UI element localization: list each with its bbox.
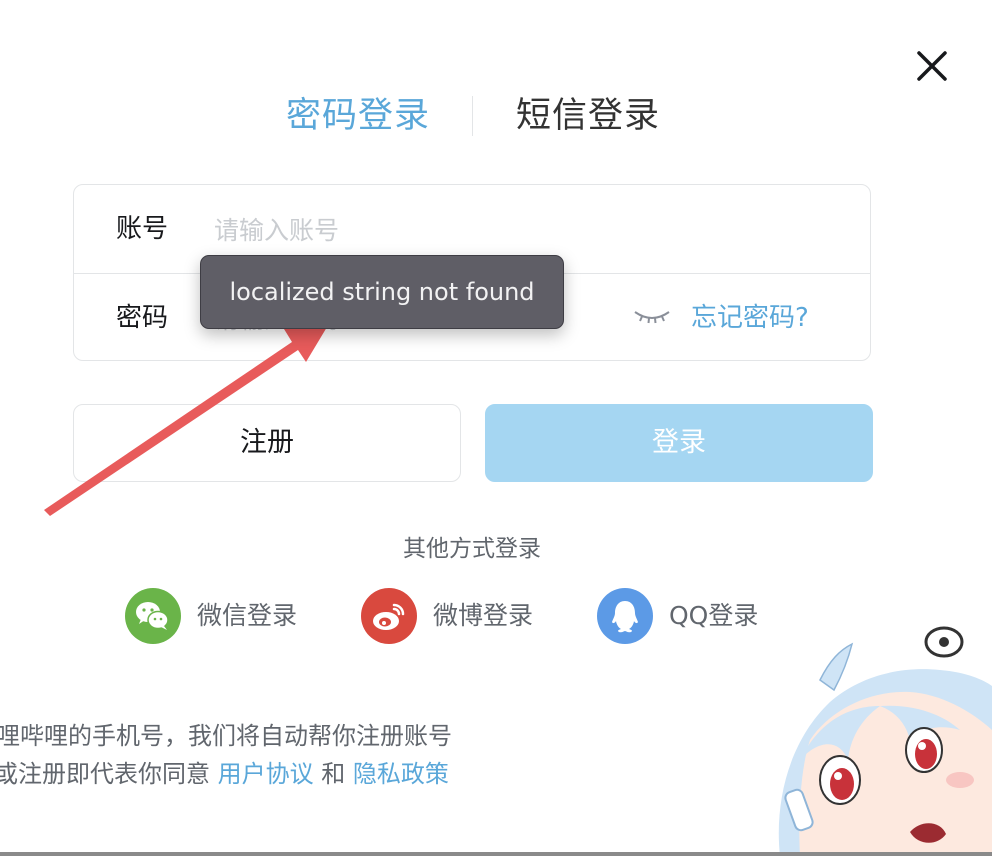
login-tabs: 密码登录 短信登录: [0, 92, 992, 142]
tab-divider: [472, 96, 473, 136]
bottom-bar: [0, 852, 992, 856]
agreement-note: 或注册即代表你同意 用户协议 和 隐私政策: [0, 756, 449, 792]
eye-closed-icon[interactable]: [632, 304, 672, 328]
mascot-image: [770, 620, 992, 856]
user-agreement-link[interactable]: 用户协议: [218, 760, 314, 788]
agreement-prefix: 或注册即代表你同意: [0, 760, 210, 788]
forgot-password-link[interactable]: 忘记密码?: [691, 300, 809, 336]
close-button[interactable]: [912, 46, 952, 86]
auto-register-note: 哩哔哩的手机号，我们将自动帮你注册账号: [0, 722, 452, 750]
weibo-icon: [361, 588, 417, 644]
qq-login-label: QQ登录: [669, 601, 759, 630]
weibo-login-label: 微博登录: [433, 601, 534, 630]
wechat-icon: [125, 588, 181, 644]
account-label: 账号: [116, 214, 169, 244]
close-icon: [917, 51, 947, 81]
tooltip: localized string not found: [200, 255, 564, 329]
register-button[interactable]: 注册: [73, 404, 461, 482]
password-label: 密码: [116, 303, 169, 333]
weibo-login-button[interactable]: 微博登录: [361, 588, 551, 644]
tab-password-login[interactable]: 密码登录: [286, 92, 430, 140]
privacy-policy-link[interactable]: 隐私政策: [353, 760, 449, 788]
wechat-login-button[interactable]: 微信登录: [125, 588, 315, 644]
qq-login-button[interactable]: QQ登录: [597, 588, 787, 644]
account-input[interactable]: [212, 207, 616, 253]
agreement-and: 和: [321, 760, 346, 788]
other-login-title: 其他方式登录: [403, 536, 541, 562]
login-button[interactable]: 登录: [485, 404, 873, 482]
wechat-login-label: 微信登录: [197, 601, 298, 630]
login-dialog: 密码登录 短信登录 账号 密码 忘记密码? 注册 登录 其: [0, 0, 992, 856]
tab-sms-login[interactable]: 短信登录: [516, 92, 660, 140]
qq-icon: [597, 588, 653, 644]
